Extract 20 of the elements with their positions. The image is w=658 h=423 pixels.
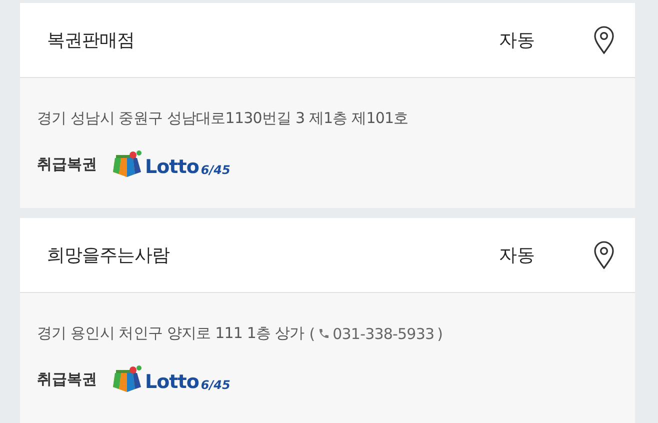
phone-close-paren: ) (437, 324, 443, 342)
store-name: 희망을주는사람 (47, 244, 170, 267)
store-address: 경기 용인시 처인구 양지로 111 1층 상가 (37, 324, 304, 343)
phone-open-paren: ( (309, 324, 315, 342)
lottery-bag-icon (111, 365, 143, 393)
lotto-logo-name: Lotto (145, 156, 199, 178)
store-address: 경기 성남시 중원구 성남대로1130번길 3 제1층 제101호 (37, 109, 408, 128)
phone-number: 031-338-5933 (332, 324, 434, 342)
store-name: 복권판매점 (47, 29, 136, 52)
phone-icon (318, 327, 330, 340)
games-label: 취급복권 (37, 154, 97, 174)
purchase-method: 자동 (499, 29, 535, 52)
lotto-logo-suffix: 6/45 (200, 163, 230, 177)
lotto-logo-suffix: 6/45 (200, 378, 230, 392)
map-pin-icon[interactable] (593, 241, 615, 269)
games-label: 취급복권 (37, 370, 97, 388)
lotto-logo-name: Lotto (145, 371, 199, 393)
purchase-method: 자동 (499, 244, 535, 267)
lottery-bag-icon (111, 150, 143, 178)
map-pin-icon[interactable] (593, 26, 615, 54)
